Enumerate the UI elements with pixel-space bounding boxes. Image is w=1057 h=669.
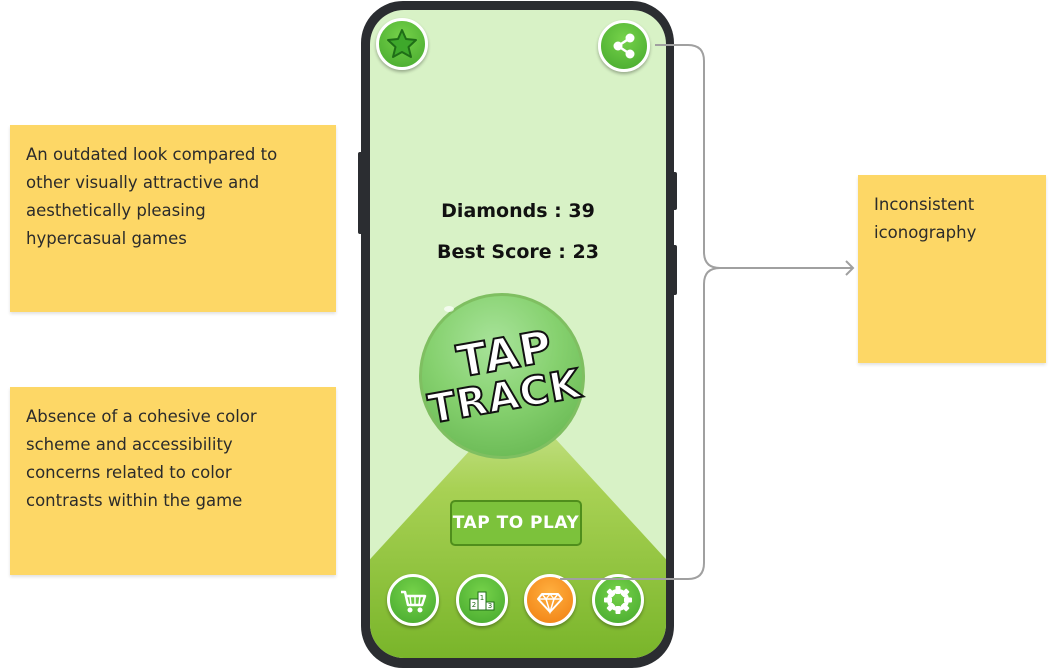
annotation-connector [560, 44, 855, 580]
